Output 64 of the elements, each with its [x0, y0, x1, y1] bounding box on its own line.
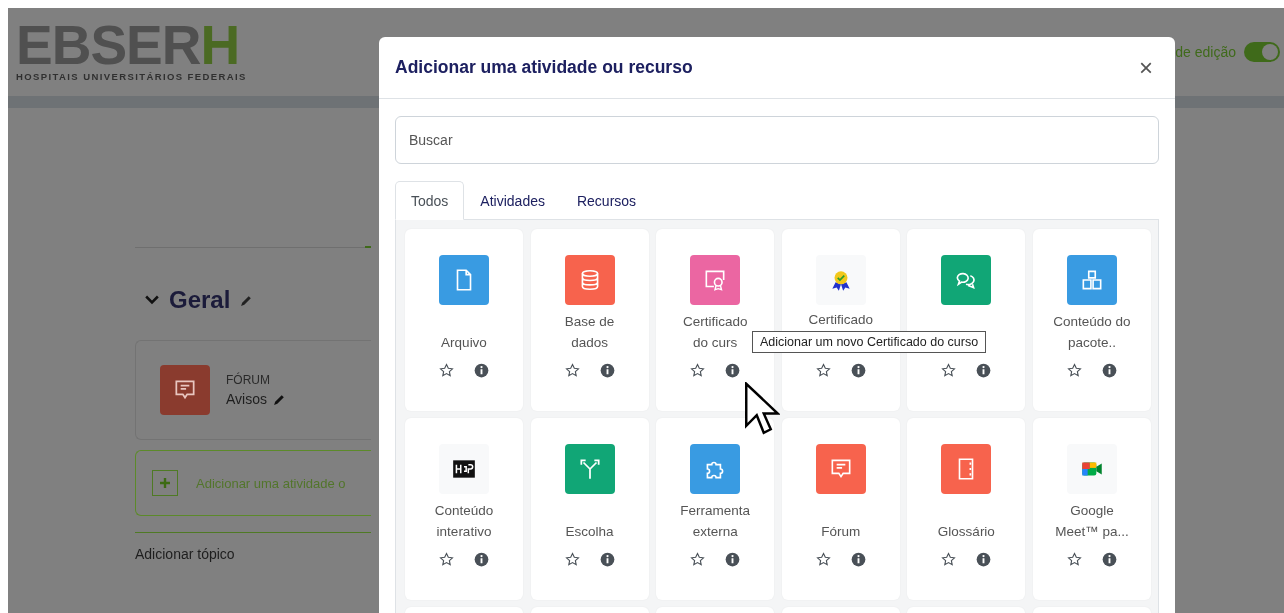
info-icon[interactable]	[976, 363, 992, 378]
search-field[interactable]: Buscar	[395, 116, 1159, 164]
star-icon[interactable]	[690, 552, 706, 567]
info-icon[interactable]	[599, 552, 615, 567]
activity-card[interactable]: Fórum	[781, 418, 900, 600]
activity-name: Conteúdo do pacote..	[1052, 313, 1131, 352]
tab[interactable]: Recursos	[560, 181, 653, 220]
star-icon[interactable]	[564, 552, 580, 567]
chevron-icon[interactable]	[145, 295, 159, 305]
activity-type: FÓRUM	[226, 373, 271, 387]
info-icon[interactable]	[976, 552, 992, 567]
info-icon[interactable]	[725, 363, 741, 378]
activity-name: Escolha	[565, 523, 614, 541]
activity-name: Google Meet™ pa...	[1054, 502, 1130, 541]
activity-name: Ferramenta externa	[679, 502, 752, 541]
add-topic-link[interactable]: Adicionar tópico	[135, 546, 371, 562]
activity-name: Conteúdo interativo	[433, 502, 495, 541]
activity-name: Base de dados	[563, 313, 616, 352]
star-icon[interactable]	[1066, 552, 1082, 567]
activity-name: Glossário	[937, 523, 995, 541]
star-icon[interactable]	[815, 363, 831, 378]
star-icon[interactable]	[439, 363, 454, 378]
section-title: Geral	[169, 286, 231, 314]
activity-name: Fórum	[821, 523, 861, 541]
logo-subtitle: HOSPITAIS UNIVERSITÁRIOS FEDERAIS	[16, 71, 247, 82]
star-icon[interactable]	[815, 552, 831, 567]
info-icon[interactable]	[474, 552, 489, 567]
star-icon[interactable]	[564, 363, 580, 378]
forum-icon	[160, 365, 210, 415]
star-icon[interactable]	[941, 363, 957, 378]
info-icon[interactable]	[474, 363, 489, 378]
info-icon[interactable]	[850, 363, 866, 378]
info-icon[interactable]	[1101, 363, 1117, 378]
activity-card[interactable]: Conteúdo do pacote..	[1032, 229, 1151, 411]
star-icon[interactable]	[1066, 363, 1082, 378]
info-icon[interactable]	[1101, 552, 1117, 567]
pencil-icon[interactable]	[240, 293, 254, 307]
activity-card[interactable]: Google Meet™ pa...	[1032, 418, 1151, 600]
info-icon[interactable]	[599, 363, 615, 378]
close-button[interactable]: ×	[1135, 53, 1157, 82]
activity-name: Certificado do curs	[681, 313, 749, 352]
activity-card[interactable]: Escolha	[530, 418, 649, 600]
dialog-title: Adicionar uma atividade ou recurso	[395, 57, 693, 78]
activity-name[interactable]: Avisos	[226, 391, 286, 407]
activity-name: Certificado	[808, 311, 874, 329]
star-icon[interactable]	[439, 552, 454, 567]
add-activity-text: Adicionar uma atividade o	[196, 475, 346, 491]
plus-icon	[152, 470, 178, 496]
activity-card[interactable]: Arquivo	[405, 229, 523, 411]
activity-card[interactable]: Base de dados	[530, 229, 649, 411]
star-icon[interactable]	[941, 552, 957, 567]
edit-mode-toggle[interactable]	[1244, 42, 1280, 62]
activity-card[interactable]: Glossário	[907, 418, 1026, 600]
info-icon[interactable]	[850, 552, 866, 567]
star-icon[interactable]	[690, 363, 706, 378]
tooltip: Adicionar um novo Certificado do curso	[752, 331, 987, 353]
edit-mode-label: de edição	[1175, 44, 1236, 60]
activity-name: Arquivo	[441, 334, 487, 352]
info-icon[interactable]	[725, 552, 741, 567]
tab[interactable]: Todos	[395, 181, 465, 220]
pencil-icon[interactable]	[273, 392, 286, 406]
activity-card[interactable]: Ferramenta externa	[656, 418, 775, 600]
activity-card[interactable]: Conteúdo interativo	[405, 418, 523, 600]
tab[interactable]: Atividades	[464, 181, 561, 220]
